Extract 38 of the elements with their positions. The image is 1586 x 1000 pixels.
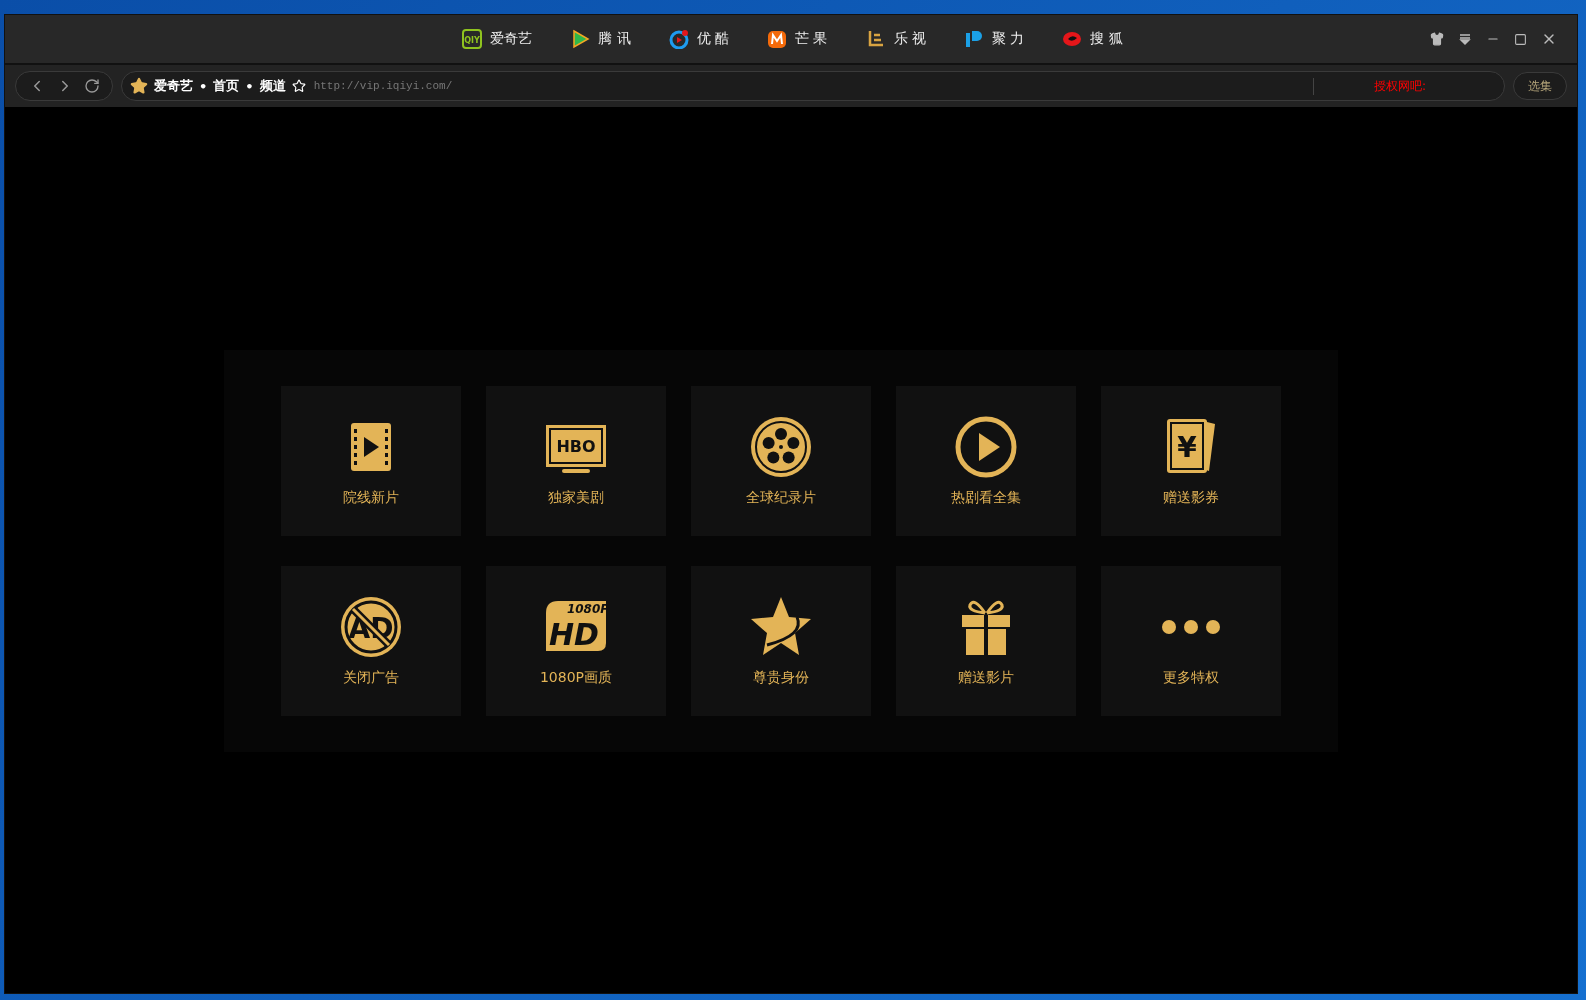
site-logo-icon (1062, 29, 1083, 49)
privilege-tile[interactable]: 全球纪录片 (691, 386, 871, 536)
address-field[interactable]: 爱奇艺 • 首页 • 频道 http://vip.iqiyi.com/ 授权网吧: (121, 71, 1505, 101)
site-tab[interactable]: 芒 果 (767, 29, 828, 49)
site-logo-icon (668, 29, 689, 49)
dropdown-icon[interactable] (1458, 32, 1472, 46)
breadcrumb-item[interactable]: 爱奇艺 (154, 77, 193, 95)
breadcrumb-item[interactable]: 频道 (259, 77, 286, 95)
privilege-tile[interactable]: 热剧看全集 (896, 386, 1076, 536)
privilege-tile[interactable]: 赠送影片 (896, 566, 1076, 716)
site-tab[interactable]: QIY 爱奇艺 (462, 29, 533, 49)
breadcrumb-separator: • (199, 78, 208, 94)
film-reel-icon (749, 415, 813, 479)
star-icon (130, 77, 148, 95)
privilege-tile[interactable]: ¥ 赠送影券 (1101, 386, 1281, 536)
privilege-tile[interactable]: 更多特权 (1101, 566, 1281, 716)
site-tab[interactable]: 优 酷 (668, 29, 730, 49)
site-logo-icon (963, 29, 984, 49)
privilege-tile[interactable]: 尊贵身份 (691, 566, 871, 716)
maximize-icon[interactable] (1514, 32, 1527, 46)
site-logo-icon: QIY (462, 29, 483, 49)
privilege-tile[interactable]: 院线新片 (281, 386, 461, 536)
episodes-button[interactable]: 选集 (1513, 72, 1567, 100)
breadcrumb-separator: • (245, 78, 254, 94)
site-logo-icon (570, 29, 591, 49)
privilege-tile[interactable]: HBO 独家美剧 (486, 386, 666, 536)
skin-icon[interactable] (1430, 32, 1444, 46)
site-tab[interactable]: 聚 力 (963, 29, 1025, 49)
bookmark-icon (291, 79, 306, 93)
refresh-icon[interactable] (84, 78, 100, 94)
more-dots-icon (1159, 619, 1223, 635)
site-tab[interactable]: 腾 讯 (570, 29, 631, 49)
play-circle-icon (954, 415, 1018, 479)
site-logo-icon (767, 29, 788, 49)
site-tab[interactable]: 乐 视 (865, 29, 926, 49)
site-tab[interactable]: 搜 狐 (1062, 29, 1123, 49)
license-notice: 授权网吧: (1312, 77, 1426, 95)
breadcrumb-item[interactable]: 首页 (213, 77, 240, 95)
